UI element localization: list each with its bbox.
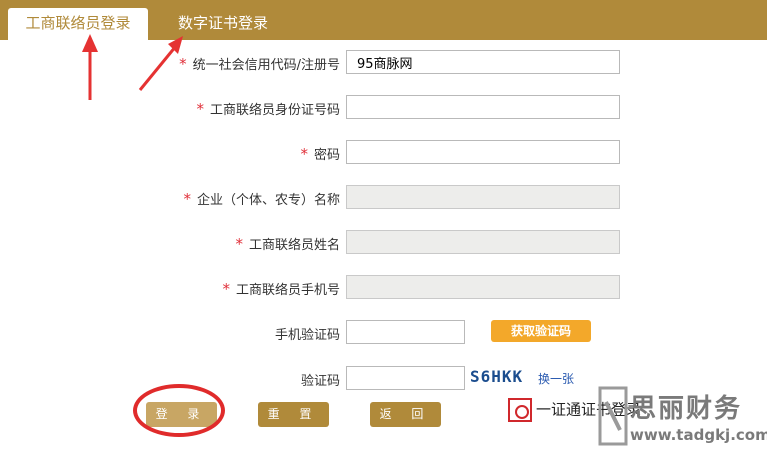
required-mark: * [222,280,230,298]
form-row-company-name: * 企业（个体、农专）名称 [0,185,767,211]
company-name-input [346,185,620,209]
id-number-input[interactable] [346,95,620,119]
required-mark: * [300,145,308,163]
annotation-circle [133,384,225,437]
contact-name-label: * 工商联络员姓名 [235,235,340,253]
company-name-label: * 企业（个体、农专）名称 [183,190,340,208]
watermark-logo-icon [598,386,628,446]
captcha-label: 验证码 [300,374,340,389]
captcha-refresh-link[interactable]: 换一张 [538,370,574,387]
credit-code-input[interactable] [346,50,620,74]
required-mark: * [179,55,187,73]
sms-code-label: 手机验证码 [274,328,340,343]
credit-code-label: * 统一社会信用代码/注册号 [179,55,340,73]
required-mark: * [183,190,191,208]
captcha-input[interactable] [346,366,465,390]
contact-name-input [346,230,620,254]
form-row-credit-code: * 统一社会信用代码/注册号 [0,50,767,76]
reset-button[interactable]: 重 置 [258,402,329,427]
form-row-password: * 密码 [0,140,767,166]
password-label: * 密码 [300,145,340,163]
captcha-image[interactable]: S6HKK [470,366,528,388]
contact-phone-input [346,275,620,299]
form-row-contact-phone: * 工商联络员手机号 [0,275,767,301]
required-mark: * [235,235,243,253]
back-button[interactable]: 返 回 [370,402,441,427]
get-sms-code-button[interactable]: 获取验证码 [491,320,591,342]
form-row-contact-name: * 工商联络员姓名 [0,230,767,256]
watermark-url: www.tadgkj.com [630,426,767,444]
id-number-label: * 工商联络员身份证号码 [196,100,340,118]
cert-logo-icon [508,398,532,422]
form-row-sms-code: 手机验证码 [0,320,767,346]
required-mark: * [196,100,204,118]
sms-code-input[interactable] [346,320,465,344]
password-input[interactable] [346,140,620,164]
watermark-name: 思丽财务 [630,394,743,424]
contact-phone-label: * 工商联络员手机号 [222,280,340,298]
form-row-id-number: * 工商联络员身份证号码 [0,95,767,121]
